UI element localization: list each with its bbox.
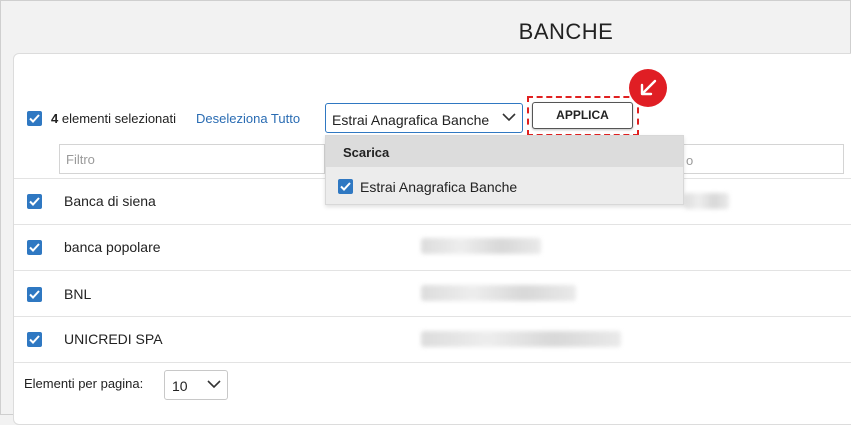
apply-button[interactable]: APPLICA (532, 102, 633, 129)
dropdown-group-label: Scarica (343, 145, 390, 160)
filter-input[interactable] (59, 144, 325, 174)
dropdown-option-label: Estrai Anagrafica Banche (360, 179, 518, 195)
row-checkbox[interactable] (27, 194, 42, 209)
row-bank-name: banca popolare (64, 239, 161, 255)
chevron-down-icon (207, 380, 221, 389)
per-page-value: 10 (172, 378, 188, 394)
action-dropdown-menu: Scarica Estrai Anagrafica Banche (325, 135, 684, 205)
dropdown-option[interactable]: Estrai Anagrafica Banche (326, 167, 683, 205)
selected-count-text: 4 elementi selezionati (51, 111, 176, 126)
row-bank-name: Banca di siena (64, 193, 156, 209)
callout-badge (629, 69, 667, 107)
row-bank-name: UNICREDI SPA (64, 331, 163, 347)
blurred-value (421, 331, 621, 347)
select-all-checkbox[interactable] (27, 111, 42, 126)
row-bank-name: BNL (64, 286, 92, 302)
dropdown-group-header: Scarica (326, 136, 683, 167)
check-icon (340, 182, 351, 191)
filter-input-secondary[interactable]: o (684, 144, 844, 174)
check-icon (29, 197, 40, 206)
selected-count-label: elementi selezionati (58, 111, 177, 126)
deselect-all-link[interactable]: Deseleziona Tutto (196, 111, 300, 126)
blurred-value (684, 193, 729, 209)
chevron-down-icon (502, 113, 516, 122)
option-checkbox[interactable] (338, 179, 353, 194)
row-divider (14, 270, 851, 271)
check-icon (29, 290, 40, 299)
blurred-value (421, 238, 541, 254)
action-select[interactable]: Estrai Anagrafica Banche (325, 103, 523, 133)
per-page-label: Elementi per pagina: (24, 376, 144, 391)
action-select-value: Estrai Anagrafica Banche (332, 112, 490, 128)
row-divider (14, 316, 851, 317)
check-icon (29, 335, 40, 344)
filter-field[interactable] (60, 145, 324, 173)
row-checkbox[interactable] (27, 287, 42, 302)
row-checkbox[interactable] (27, 240, 42, 255)
row-divider (14, 224, 851, 225)
row-checkbox[interactable] (27, 332, 42, 347)
check-icon (29, 114, 40, 123)
per-page-select[interactable]: 10 (164, 370, 228, 400)
blurred-value (421, 285, 576, 301)
arrow-down-left-icon (640, 79, 657, 96)
page-title: BANCHE (518, 19, 614, 44)
check-icon (29, 243, 40, 252)
filter-placeholder-fragment: o (686, 153, 694, 168)
row-divider (14, 362, 851, 363)
